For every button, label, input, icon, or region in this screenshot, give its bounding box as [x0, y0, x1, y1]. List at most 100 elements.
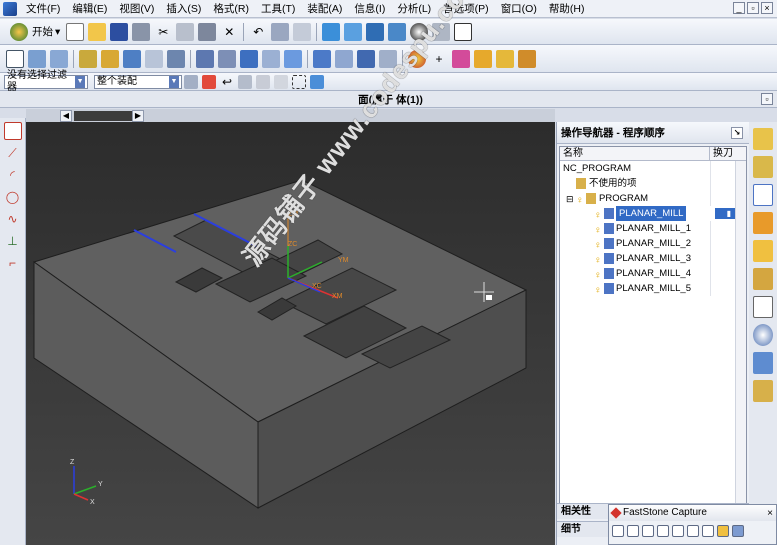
postprocess-icon[interactable] — [357, 49, 375, 68]
wireframe-icon[interactable] — [344, 22, 363, 41]
spline-icon[interactable]: ∿ — [4, 210, 22, 228]
roles-icon[interactable] — [753, 380, 773, 402]
faststone-title-bar[interactable]: FastStone Capture × — [609, 505, 776, 521]
collapse-icon[interactable]: ⊟ — [566, 192, 576, 204]
start-button[interactable]: 开始 ▾ — [4, 22, 64, 41]
graphics-viewport[interactable]: ZM ZC YM XC XM Z Y X — [26, 122, 555, 545]
scroll-right-icon[interactable]: ▶ — [132, 109, 144, 122]
select-feature-icon[interactable]: ↩ — [220, 75, 234, 89]
menu-edit[interactable]: 编辑(E) — [66, 0, 113, 18]
restore-icon[interactable]: ▫ — [747, 2, 759, 14]
bucket-icon[interactable] — [496, 49, 514, 68]
render-style-icon[interactable] — [432, 22, 451, 41]
reuse-library-icon[interactable] — [753, 240, 773, 262]
verify-path-icon[interactable] — [335, 49, 353, 68]
system-materials-icon[interactable] — [753, 352, 773, 374]
capture-fixed-icon[interactable] — [702, 525, 714, 537]
component-icon[interactable] — [101, 49, 119, 68]
circle-icon[interactable]: ◯ — [4, 188, 22, 206]
tree-row-planar-mill[interactable]: ♀ PLANAR_MILL ▮ — [560, 206, 746, 221]
menu-preferences[interactable]: 首选项(P) — [437, 0, 495, 18]
delete-icon[interactable]: ✕ — [220, 23, 238, 41]
minimize-icon[interactable]: _ — [733, 2, 745, 14]
close-icon[interactable]: × — [761, 2, 773, 14]
repeat-command-icon[interactable] — [271, 22, 290, 41]
web-browser-icon[interactable] — [753, 268, 773, 290]
menu-view[interactable]: 视图(V) — [113, 0, 160, 18]
capture-window-icon[interactable] — [612, 525, 624, 537]
arc-icon[interactable]: ◜ — [4, 166, 22, 184]
menu-info[interactable]: 信息(I) — [348, 0, 391, 18]
extrude-icon[interactable] — [28, 49, 46, 68]
shaded-edges-icon[interactable] — [366, 22, 385, 41]
settings-icon[interactable] — [732, 525, 744, 537]
menu-analysis[interactable]: 分析(L) — [391, 0, 437, 18]
mate-icon[interactable] — [123, 49, 141, 68]
line-icon[interactable]: ⟋ — [4, 144, 22, 162]
capture-fullscreen-icon[interactable] — [672, 525, 684, 537]
select-body-icon[interactable] — [238, 74, 252, 89]
explode-icon[interactable] — [145, 49, 163, 68]
palette-icon[interactable] — [753, 296, 773, 318]
tree-row-unused[interactable]: 不使用的项 — [560, 176, 746, 191]
assembly-icon[interactable] — [79, 49, 97, 68]
create-operation-icon[interactable] — [284, 49, 302, 68]
snap-point-icon[interactable] — [202, 74, 216, 89]
menu-help[interactable]: 帮助(H) — [543, 0, 591, 18]
constraint-navigator-icon[interactable] — [753, 156, 773, 178]
cut-icon[interactable]: ✂ — [154, 23, 172, 41]
quick-pick-icon[interactable] — [310, 74, 324, 89]
analysis-icon[interactable] — [408, 49, 426, 68]
tree-row-planar-mill-5[interactable]: ♀ PLANAR_MILL_5 — [560, 281, 746, 296]
menu-insert[interactable]: 插入(S) — [160, 0, 207, 18]
history-icon[interactable] — [753, 324, 773, 346]
capture-scrolling-icon[interactable] — [687, 525, 699, 537]
menu-file[interactable]: 文件(F) — [20, 0, 66, 18]
curve-icon[interactable] — [452, 49, 470, 68]
datum-plane-icon[interactable]: ⌐ — [4, 254, 22, 272]
view-scrollbar[interactable]: ◀ ▶ — [26, 109, 555, 122]
type-filter-select[interactable]: 没有选择过滤器 ▼ — [4, 70, 88, 93]
undo-icon[interactable]: ↶ — [249, 23, 267, 41]
select-curve-icon[interactable] — [256, 74, 270, 89]
tree-vertical-scrollbar[interactable] — [735, 161, 746, 515]
menu-assembly[interactable]: 装配(A) — [301, 0, 348, 18]
machine-tool-navigator-icon[interactable] — [753, 212, 773, 234]
datum-csys-icon[interactable]: ⊥ — [4, 232, 22, 250]
create-method-icon[interactable] — [262, 49, 280, 68]
paste-icon[interactable] — [198, 22, 217, 41]
create-geometry-icon[interactable] — [240, 49, 258, 68]
tree-row-program[interactable]: ⊟ ♀ PROGRAM — [560, 191, 746, 206]
shop-doc-icon[interactable] — [379, 49, 397, 68]
create-tool-icon[interactable] — [218, 49, 236, 68]
hidden-lines-icon[interactable] — [388, 22, 407, 41]
new-file-icon[interactable] — [66, 22, 85, 41]
column-name-header[interactable]: 名称 — [560, 147, 710, 160]
sketch-icon[interactable] — [6, 49, 24, 68]
menu-window[interactable]: 窗口(O) — [495, 0, 543, 18]
output-settings-icon[interactable] — [717, 525, 729, 537]
assembly-navigator-icon[interactable] — [753, 128, 773, 150]
scroll-left-icon[interactable]: ◀ — [60, 109, 72, 122]
scroll-thumb[interactable] — [74, 110, 136, 121]
studio-icon[interactable] — [410, 22, 429, 41]
column-tool-header[interactable]: 换刀 — [710, 147, 746, 160]
crosshair-icon[interactable]: + — [430, 50, 448, 68]
tree-row-planar-mill-1[interactable]: ♀ PLANAR_MILL_1 — [560, 221, 746, 236]
copy-icon[interactable] — [176, 22, 195, 41]
faststone-capture-window[interactable]: FastStone Capture × — [608, 504, 777, 545]
generate-path-icon[interactable] — [313, 49, 331, 68]
create-program-icon[interactable] — [196, 49, 214, 68]
tree-row-planar-mill-3[interactable]: ♀ PLANAR_MILL_3 — [560, 251, 746, 266]
capture-freehand-icon[interactable] — [657, 525, 669, 537]
background-color-icon[interactable] — [454, 22, 473, 41]
open-folder-icon[interactable] — [88, 22, 107, 41]
capture-rectangle-icon[interactable] — [642, 525, 654, 537]
operation-navigator-icon[interactable] — [753, 184, 773, 206]
revolve-icon[interactable] — [50, 49, 68, 68]
capture-object-icon[interactable] — [627, 525, 639, 537]
assembly-scope-select[interactable]: 整个装配 ▼ — [94, 74, 182, 89]
tree-row-nc-program[interactable]: NC_PROGRAM — [560, 161, 746, 176]
restore-icon[interactable]: ▫ — [761, 93, 773, 105]
close-icon[interactable]: × — [767, 506, 773, 522]
